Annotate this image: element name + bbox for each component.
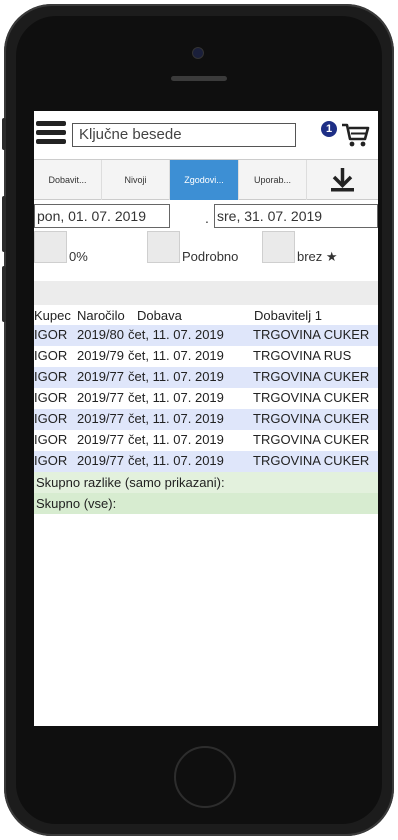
tab-zgodovina[interactable]: Zgodovi...	[170, 160, 239, 200]
volume-up-button	[2, 196, 6, 252]
home-button[interactable]	[174, 746, 236, 808]
date-from-input[interactable]: pon, 01. 07. 2019	[34, 204, 170, 228]
menu-icon[interactable]	[36, 121, 66, 151]
front-camera	[192, 47, 204, 59]
cell-narocilo: 2019/77	[77, 411, 124, 426]
date-range: pon, 01. 07. 2019 . sre, 31. 07. 2019	[34, 202, 378, 230]
cell-narocilo: 2019/77	[77, 453, 124, 468]
cell-dobava: čet, 11. 07. 2019	[128, 348, 224, 363]
percent-checkbox[interactable]	[34, 231, 67, 263]
table-row[interactable]: IGOR 2019/79 čet, 11. 07. 2019 TRGOVINA …	[34, 346, 378, 367]
cart-badge: 1	[321, 121, 337, 137]
no-star-label: brez ★	[297, 249, 338, 264]
header-narocilo[interactable]: Naročilo	[77, 308, 125, 323]
tab-uporabniki[interactable]: Uporab...	[239, 160, 307, 200]
percent-label: 0%	[69, 249, 88, 264]
table-row[interactable]: IGOR 2019/77 čet, 11. 07. 2019 TRGOVINA …	[34, 451, 378, 472]
cell-kupec: IGOR	[34, 327, 68, 342]
cell-dobavitelj: TRGOVINA CUKER	[253, 327, 370, 342]
cell-narocilo: 2019/79	[77, 348, 124, 363]
table-header: Kupec Naročilo Dobava Dobavitelj 1	[34, 305, 378, 325]
search-input[interactable]: Ključne besede	[72, 123, 296, 147]
app-screen: Ključne besede 1 Dobavit... Nivoji Zgodo…	[34, 111, 378, 726]
table-row[interactable]: IGOR 2019/77 čet, 11. 07. 2019 TRGOVINA …	[34, 388, 378, 409]
cell-dobava: čet, 11. 07. 2019	[128, 432, 224, 447]
cell-dobavitelj: TRGOVINA CUKER	[253, 432, 370, 447]
cell-dobavitelj: TRGOVINA CUKER	[253, 453, 370, 468]
table-row[interactable]: IGOR 2019/80 čet, 11. 07. 2019 TRGOVINA …	[34, 325, 378, 346]
top-bar: Ključne besede 1	[34, 111, 378, 159]
options-row: 0% Podrobno brez ★	[34, 231, 378, 269]
cell-dobavitelj: TRGOVINA CUKER	[253, 369, 370, 384]
date-to-input[interactable]: sre, 31. 07. 2019	[214, 204, 378, 228]
cell-dobavitelj: TRGOVINA CUKER	[253, 390, 370, 405]
tab-dobavitelji[interactable]: Dobavit...	[34, 160, 102, 200]
detailed-checkbox[interactable]	[147, 231, 180, 263]
cell-dobava: čet, 11. 07. 2019	[128, 453, 224, 468]
cell-narocilo: 2019/77	[77, 369, 124, 384]
no-star-checkbox[interactable]	[262, 231, 295, 263]
cell-dobava: čet, 11. 07. 2019	[128, 327, 224, 342]
header-dobavitelj[interactable]: Dobavitelj 1	[254, 308, 322, 323]
cell-kupec: IGOR	[34, 369, 68, 384]
cell-narocilo: 2019/77	[77, 390, 124, 405]
cell-kupec: IGOR	[34, 348, 68, 363]
table-row[interactable]: IGOR 2019/77 čet, 11. 07. 2019 TRGOVINA …	[34, 430, 378, 451]
summary-shown-row: Skupno razlike (samo prikazani):	[34, 472, 378, 493]
cart-icon[interactable]	[340, 119, 370, 149]
cell-kupec: IGOR	[34, 453, 68, 468]
summary-all-row: Skupno (vse):	[34, 493, 378, 514]
volume-down-button	[2, 266, 6, 322]
cell-dobava: čet, 11. 07. 2019	[128, 369, 224, 384]
mute-switch	[2, 118, 6, 150]
header-kupec[interactable]: Kupec	[34, 308, 71, 323]
cell-kupec: IGOR	[34, 390, 68, 405]
earpiece-speaker	[171, 76, 227, 81]
cell-kupec: IGOR	[34, 411, 68, 426]
cell-dobavitelj: TRGOVINA CUKER	[253, 411, 370, 426]
table-toolbar	[34, 281, 378, 305]
cell-kupec: IGOR	[34, 432, 68, 447]
tab-nivoji[interactable]: Nivoji	[102, 160, 170, 200]
date-separator: .	[205, 210, 209, 226]
download-icon[interactable]	[307, 160, 378, 200]
cell-narocilo: 2019/80	[77, 327, 124, 342]
tab-bar: Dobavit... Nivoji Zgodovi... Uporab...	[34, 159, 378, 200]
cell-dobava: čet, 11. 07. 2019	[128, 390, 224, 405]
cell-narocilo: 2019/77	[77, 432, 124, 447]
table-row[interactable]: IGOR 2019/77 čet, 11. 07. 2019 TRGOVINA …	[34, 367, 378, 388]
cell-dobavitelj: TRGOVINA RUS	[253, 348, 352, 363]
header-dobava[interactable]: Dobava	[137, 308, 182, 323]
detailed-label: Podrobno	[182, 249, 239, 264]
cell-dobava: čet, 11. 07. 2019	[128, 411, 224, 426]
table-row[interactable]: IGOR 2019/77 čet, 11. 07. 2019 TRGOVINA …	[34, 409, 378, 430]
